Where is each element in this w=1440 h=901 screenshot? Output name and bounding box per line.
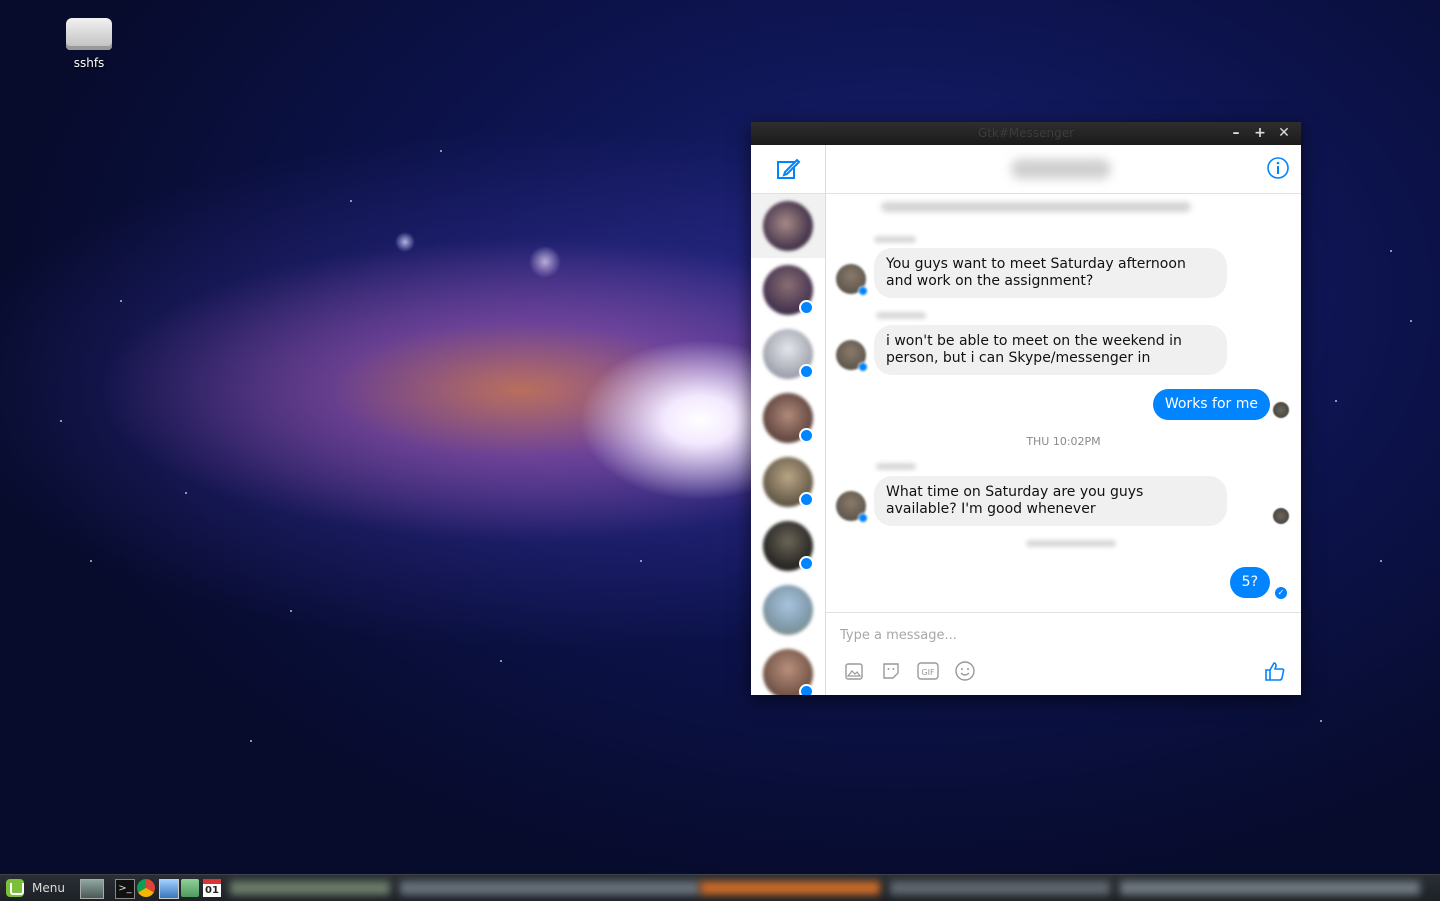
conversation-list bbox=[751, 194, 825, 695]
minimize-button[interactable]: – bbox=[1228, 125, 1244, 141]
conversation-item[interactable] bbox=[751, 194, 825, 258]
files-icon[interactable] bbox=[181, 879, 199, 897]
message-bubble-outgoing[interactable]: 5? bbox=[1229, 567, 1270, 598]
taskbar-redacted bbox=[700, 881, 880, 895]
messenger-badge bbox=[799, 428, 814, 443]
sender-avatar bbox=[836, 340, 868, 372]
sender-avatar bbox=[836, 491, 868, 523]
emoji-icon[interactable] bbox=[953, 659, 977, 683]
avatar bbox=[763, 585, 813, 635]
terminal-icon[interactable]: >_ bbox=[115, 879, 135, 899]
window-titlebar[interactable]: Gtk#Messenger – + ✕ bbox=[751, 122, 1301, 145]
show-desktop-icon[interactable] bbox=[80, 879, 104, 899]
calendar-icon[interactable]: 01 bbox=[203, 879, 221, 897]
photo-icon[interactable] bbox=[842, 659, 866, 683]
timestamp: THU 10:02PM bbox=[1026, 435, 1101, 448]
desktop-icon-sshfs[interactable]: sshfs bbox=[60, 18, 118, 70]
taskbar-redacted bbox=[1120, 881, 1420, 895]
message-bubble-incoming[interactable]: You guys want to meet Saturday afternoon… bbox=[874, 248, 1227, 298]
read-receipt-avatar bbox=[1273, 402, 1289, 418]
image-viewer-icon[interactable] bbox=[159, 879, 179, 899]
conversation-sidebar bbox=[751, 145, 826, 695]
taskbar-redacted bbox=[400, 881, 700, 895]
desktop-icon-label: sshfs bbox=[73, 56, 105, 70]
compose-icon bbox=[777, 158, 801, 179]
redacted-text bbox=[1026, 540, 1116, 547]
conversation-item[interactable] bbox=[751, 322, 825, 386]
message-bubble-outgoing[interactable]: Works for me bbox=[1152, 389, 1270, 420]
messenger-badge bbox=[799, 364, 814, 379]
window-title: Gtk#Messenger bbox=[977, 126, 1075, 140]
message-thread: You guys want to meet Saturday afternoon… bbox=[826, 194, 1301, 612]
messenger-badge bbox=[799, 556, 814, 571]
message-bubble-incoming[interactable]: i won't be able to meet on the weekend i… bbox=[874, 325, 1227, 375]
conversation-item[interactable] bbox=[751, 578, 825, 642]
delivered-check-icon: ✓ bbox=[1275, 587, 1287, 599]
sticker-icon[interactable] bbox=[879, 659, 903, 683]
sender-name-redacted bbox=[874, 236, 916, 243]
avatar bbox=[763, 201, 813, 251]
drive-icon bbox=[66, 18, 112, 50]
messenger-badge bbox=[799, 684, 814, 695]
messenger-badge bbox=[799, 492, 814, 507]
contact-name-redacted bbox=[1011, 159, 1111, 179]
menu-label: Menu bbox=[32, 881, 65, 895]
redacted-text bbox=[881, 202, 1191, 212]
svg-text:GIF: GIF bbox=[921, 668, 935, 677]
chrome-icon[interactable] bbox=[137, 879, 155, 897]
conversation-item[interactable] bbox=[751, 642, 825, 695]
close-button[interactable]: ✕ bbox=[1276, 125, 1292, 141]
conversation-pane: You guys want to meet Saturday afternoon… bbox=[826, 145, 1301, 695]
maximize-button[interactable]: + bbox=[1252, 125, 1268, 141]
gif-icon[interactable]: GIF bbox=[916, 659, 940, 683]
taskbar-redacted bbox=[890, 881, 1110, 895]
taskbar: Menu >_ 01 bbox=[0, 874, 1440, 901]
taskbar-redacted bbox=[230, 881, 390, 895]
conversation-item[interactable] bbox=[751, 386, 825, 450]
message-input[interactable] bbox=[838, 627, 1242, 644]
conversation-item[interactable] bbox=[751, 258, 825, 322]
messenger-badge bbox=[799, 300, 814, 315]
conversation-item[interactable] bbox=[751, 450, 825, 514]
message-composer: GIF bbox=[826, 612, 1301, 696]
conversation-header bbox=[826, 145, 1301, 194]
compose-button[interactable] bbox=[751, 145, 825, 194]
read-receipt-avatar bbox=[1273, 508, 1289, 524]
sender-name-redacted bbox=[876, 463, 916, 470]
sender-avatar bbox=[836, 264, 868, 296]
messenger-window: Gtk#Messenger – + ✕ You guys want to mee… bbox=[751, 122, 1301, 695]
message-bubble-incoming[interactable]: What time on Saturday are you guys avail… bbox=[874, 476, 1227, 526]
mint-logo-icon bbox=[6, 879, 24, 897]
menu-button[interactable]: Menu bbox=[6, 878, 65, 898]
thumbs-up-icon[interactable] bbox=[1263, 659, 1287, 683]
info-icon[interactable] bbox=[1267, 157, 1289, 179]
sender-name-redacted bbox=[876, 312, 926, 319]
calendar-day: 01 bbox=[205, 885, 219, 896]
conversation-item[interactable] bbox=[751, 514, 825, 578]
